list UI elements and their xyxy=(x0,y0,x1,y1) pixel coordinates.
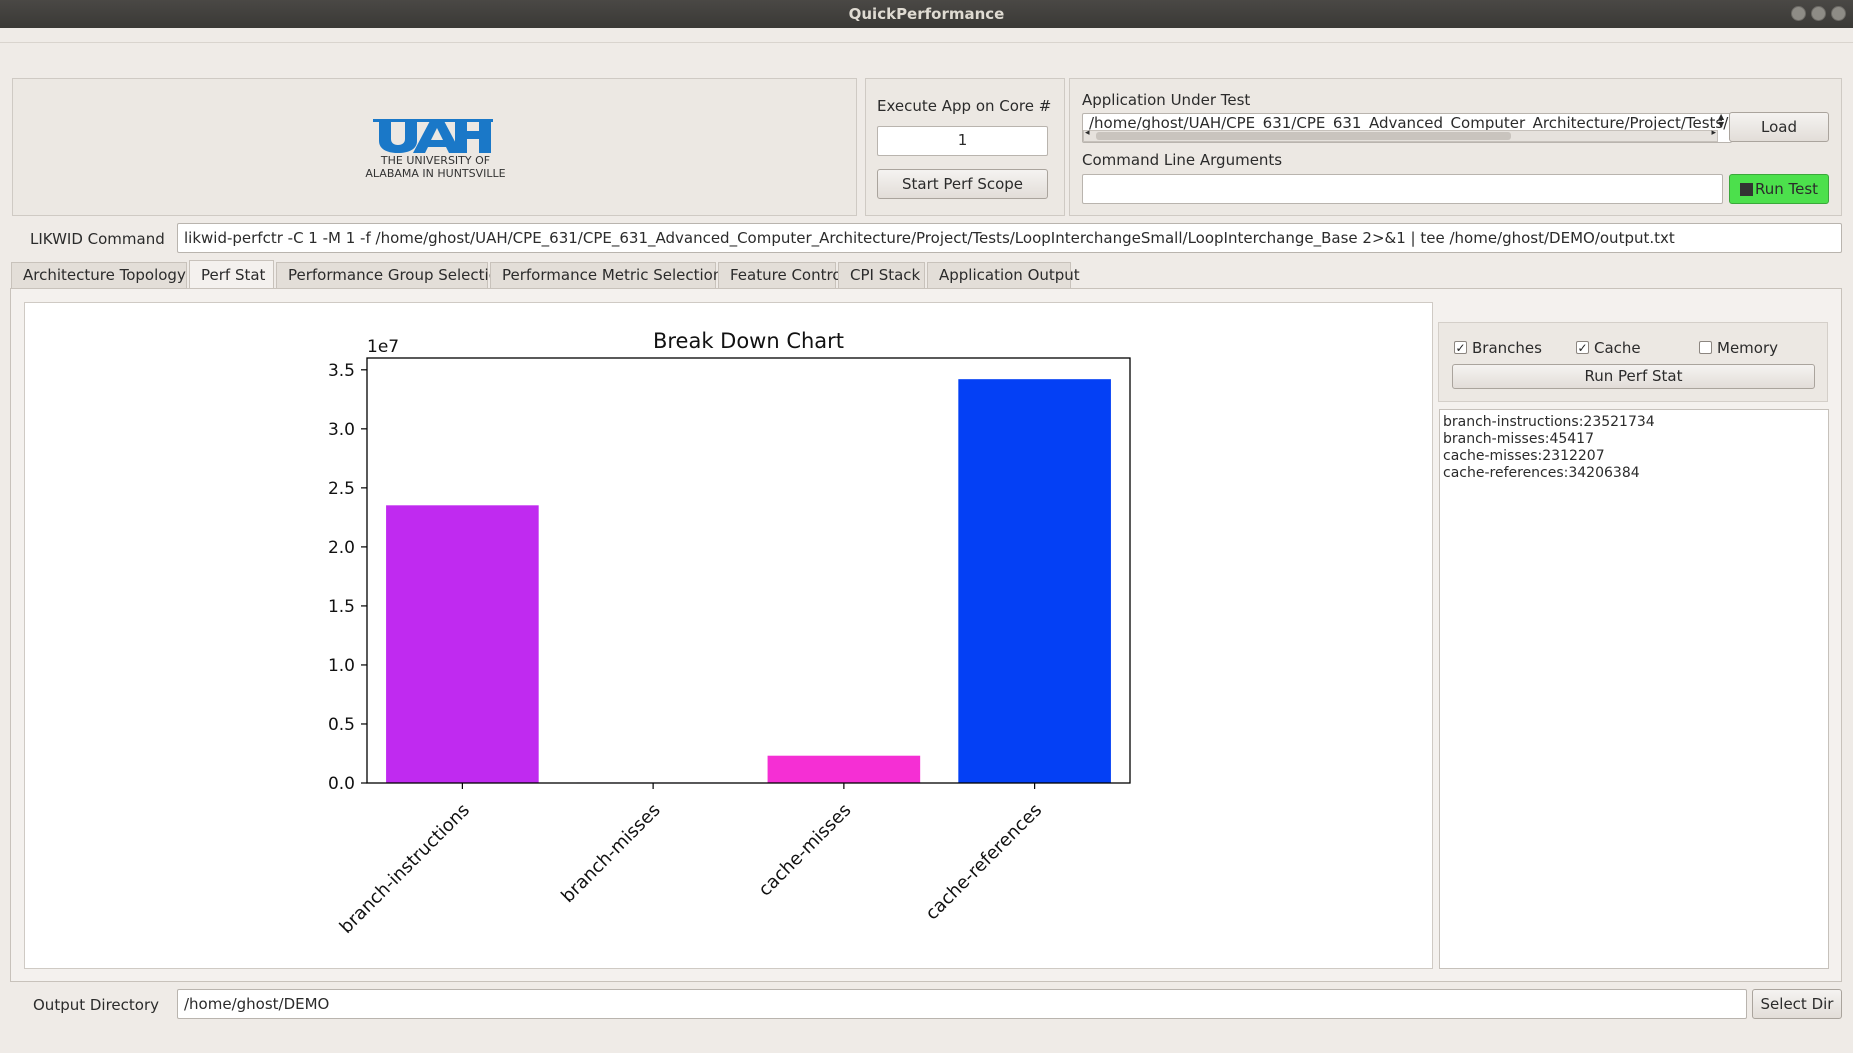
command-line-args-input[interactable] xyxy=(1082,174,1723,204)
menu-bar xyxy=(0,28,1853,43)
logo-line-1: THE UNIVERSITY OF xyxy=(380,154,491,167)
close-icon[interactable] xyxy=(1831,6,1846,21)
perfstat-options-panel: ✓ Branches ✓ Cache Memory Run Perf Stat xyxy=(1438,322,1828,402)
app-under-test-label: Application Under Test xyxy=(1082,91,1251,109)
maximize-icon[interactable] xyxy=(1811,6,1826,21)
output-directory-input[interactable]: /home/ghost/DEMO xyxy=(177,989,1747,1019)
y-tick-label: 3.5 xyxy=(328,361,355,381)
app-panel: Application Under Test /home/ghost/UAH/C… xyxy=(1069,78,1842,216)
memory-checkbox[interactable] xyxy=(1699,341,1712,354)
tab-application-output[interactable]: Application Output xyxy=(927,262,1080,288)
branches-checkbox[interactable]: ✓ xyxy=(1454,341,1467,354)
y-tick-label: 3.0 xyxy=(328,420,355,440)
scroll-left-icon[interactable]: ◂ xyxy=(1085,128,1090,138)
chart-canvas: Break Down Chart 1e7 branch-instructions br… xyxy=(24,302,1433,969)
core-panel: Execute App on Core # 1 Start Perf Scope xyxy=(865,78,1065,216)
tab-cpi-stack[interactable]: CPI Stack xyxy=(838,262,925,288)
likwid-command-label: LIKWID Command xyxy=(30,230,165,248)
bar-cache-misses xyxy=(767,755,921,783)
tab-architecture-topology[interactable]: Architecture Topology xyxy=(11,262,187,288)
bar-cache-references xyxy=(958,379,1111,783)
spin-arrows-icon[interactable]: ▲ ▼ xyxy=(1718,113,1724,129)
chart-title: Break Down Chart xyxy=(653,329,844,353)
perfstat-results-box[interactable]: branch-instructions:23521734 branch-miss… xyxy=(1439,409,1829,969)
result-line: cache-references:34206384 xyxy=(1443,465,1640,481)
core-number-input[interactable]: 1 xyxy=(877,126,1048,156)
tab-perf-stat[interactable]: Perf Stat xyxy=(189,260,274,288)
likwid-command-input[interactable]: likwid-perfctr -C 1 -M 1 -f /home/ghost/… xyxy=(177,223,1842,253)
logo-panel: THE UNIVERSITY OF ALABAMA IN HUNTSVILLE xyxy=(12,78,857,216)
run-test-button[interactable]: Run Test xyxy=(1729,174,1829,204)
chart-scale-label: 1e7 xyxy=(367,337,399,357)
tab-performance-group-selection[interactable]: Performance Group Selection xyxy=(276,262,507,288)
scrollbar-thumb[interactable] xyxy=(1096,132,1511,140)
logo-line-2: ALABAMA IN HUNTSVILLE xyxy=(365,167,506,180)
output-directory-label: Output Directory xyxy=(33,996,160,1014)
select-dir-button[interactable]: Select Dir xyxy=(1752,989,1842,1019)
window-titlebar: QuickPerformance xyxy=(0,0,1853,28)
load-button[interactable]: Load xyxy=(1729,112,1829,142)
start-perf-scope-button[interactable]: Start Perf Scope xyxy=(877,169,1048,199)
cache-checkbox[interactable]: ✓ xyxy=(1576,341,1589,354)
y-tick-label: 0.0 xyxy=(328,774,355,794)
bar-branch-instructions xyxy=(386,505,539,783)
run-test-label: Run Test xyxy=(1754,180,1819,198)
window-title: QuickPerformance xyxy=(848,5,1005,23)
run-perf-stat-button[interactable]: Run Perf Stat xyxy=(1452,364,1815,389)
core-label: Execute App on Core # xyxy=(877,97,1052,115)
result-line: branch-instructions:23521734 xyxy=(1443,414,1655,430)
y-tick-label: 2.5 xyxy=(328,479,355,499)
x-tick-label: cache-references xyxy=(922,800,1047,925)
tab-feature-control[interactable]: Feature Control xyxy=(718,262,846,288)
branches-label: Branches xyxy=(1472,339,1542,357)
x-tick-label: branch-misses xyxy=(557,800,664,907)
y-tick-label: 2.0 xyxy=(328,538,355,558)
result-line: branch-misses:45417 xyxy=(1443,431,1594,447)
result-line: cache-misses:2312207 xyxy=(1443,448,1605,464)
cache-label: Cache xyxy=(1594,339,1641,357)
tab-performance-metric-selection[interactable]: Performance Metric Selection xyxy=(490,262,722,288)
x-tick-label: cache-misses xyxy=(755,800,856,901)
minimize-icon[interactable] xyxy=(1791,6,1806,21)
memory-label: Memory xyxy=(1717,339,1779,357)
x-tick-label: branch-instructions xyxy=(336,800,474,938)
scroll-right-icon[interactable]: ▸ xyxy=(1711,128,1716,138)
app-path-scrollbar[interactable]: ◂ ▸ xyxy=(1083,128,1718,142)
break-down-chart: Break Down Chart 1e7 branch-instructions br… xyxy=(328,329,1131,938)
y-tick-label: 0.5 xyxy=(328,715,355,735)
uah-logo-icon xyxy=(373,119,493,153)
run-icon xyxy=(1739,183,1753,196)
y-tick-label: 1.0 xyxy=(328,656,355,676)
command-line-args-label: Command Line Arguments xyxy=(1082,151,1283,169)
y-tick-label: 1.5 xyxy=(328,597,355,617)
